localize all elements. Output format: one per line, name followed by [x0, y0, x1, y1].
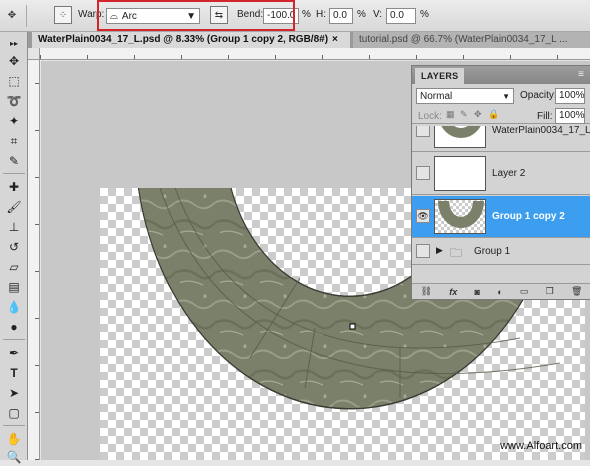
fill-input[interactable]: 100%: [555, 108, 585, 124]
layer-thumbnail: [434, 156, 486, 191]
opacity-label: Opacity:: [520, 90, 557, 101]
lock-all-icon[interactable]: 🔒: [488, 109, 499, 120]
fx-icon[interactable]: fx: [449, 287, 457, 297]
blend-mode-select[interactable]: Normal ▼: [416, 88, 514, 104]
chevron-down-icon: ▼: [502, 91, 510, 101]
h-label: H:: [316, 9, 326, 20]
visibility-toggle[interactable]: [416, 244, 430, 258]
warp-highlight-box: [97, 0, 295, 31]
lock-paint-icon[interactable]: ✎: [460, 109, 468, 120]
document-tab-active[interactable]: WaterPlain0034_17_L.psd @ 8.33% (Group 1…: [32, 32, 350, 48]
v-unit: %: [420, 9, 429, 20]
fill-label: Fill:: [537, 111, 553, 122]
folder-icon: 🗀: [450, 246, 463, 260]
opacity-input[interactable]: 100%: [555, 88, 585, 104]
options-bar: ✥ ⁘ Warp: ⌓ Arc ▼ ⇆ Bend: -100.0 % H: 0.…: [0, 0, 590, 32]
tab-title: tutorial.psd @ 66.7% (WaterPlain0034_17_…: [359, 34, 568, 45]
lock-transparent-icon[interactable]: ▦: [446, 109, 455, 120]
layer-name: Group 1 copy 2: [492, 211, 565, 222]
pen-icon[interactable]: ✒: [4, 344, 24, 362]
layers-panel-tab[interactable]: LAYERS: [415, 68, 465, 84]
lock-label: Lock:: [418, 111, 442, 122]
layer-item[interactable]: Layer 2: [412, 153, 590, 195]
tool-divider: [3, 339, 25, 340]
move-icon[interactable]: ✥: [4, 52, 24, 70]
healing-brush-icon[interactable]: ✚: [4, 178, 24, 196]
layers-list: WaterPlain0034_17_L... Layer 2 👁 Group 1…: [412, 126, 590, 284]
visibility-toggle[interactable]: [416, 166, 430, 180]
document-tab-bar: WaterPlain0034_17_L.psd @ 8.33% (Group 1…: [28, 32, 590, 48]
layer-name: Group 1: [474, 246, 511, 257]
lock-row: Lock: ▦ ✎ ✥ 🔒 Fill: 100%: [412, 108, 590, 124]
eraser-icon[interactable]: ▱: [4, 258, 24, 276]
layers-panel-header: LAYERS ≡: [412, 66, 590, 84]
delete-layer-icon[interactable]: 🗑: [571, 286, 582, 297]
eye-icon[interactable]: 👁: [416, 209, 430, 223]
lasso-icon[interactable]: ➰: [4, 92, 24, 110]
crop-icon[interactable]: ⌗: [4, 132, 24, 150]
history-brush-icon[interactable]: ↺: [4, 238, 24, 256]
layer-mask-icon[interactable]: ◙: [475, 287, 480, 297]
adjustment-layer-icon[interactable]: ◐: [497, 287, 502, 297]
group-item[interactable]: ▶ 🗀 Group 1: [412, 239, 590, 265]
new-group-icon[interactable]: ▭: [520, 286, 529, 297]
shape-icon[interactable]: ▢: [4, 404, 24, 422]
clone-stamp-icon[interactable]: ⊥: [4, 218, 24, 236]
link-layers-icon[interactable]: ⛓: [421, 286, 432, 297]
layer-thumbnail: [434, 126, 486, 148]
brush-icon[interactable]: 🖌: [4, 198, 24, 216]
document-tab[interactable]: tutorial.psd @ 66.7% (WaterPlain0034_17_…: [353, 32, 590, 48]
eyedropper-icon[interactable]: ✎: [4, 152, 24, 170]
blend-row: Normal ▼ Opacity: 100%: [412, 88, 590, 104]
lock-position-icon[interactable]: ✥: [474, 109, 482, 120]
tab-title: WaterPlain0034_17_L.psd @ 8.33% (Group 1…: [38, 34, 329, 45]
arc-thumbnail-icon: [438, 201, 484, 228]
layer-name: Layer 2: [492, 168, 526, 179]
dodge-icon[interactable]: ●: [4, 318, 24, 336]
new-layer-icon[interactable]: ❐: [546, 286, 554, 297]
layer-item[interactable]: WaterPlain0034_17_L...: [412, 126, 590, 152]
ruler-origin[interactable]: [28, 48, 40, 60]
h-unit: %: [357, 9, 366, 20]
layers-panel-footer: ⛓ fx ◙ ◐ ▭ ❐ 🗑: [412, 283, 590, 299]
magic-wand-icon[interactable]: ✦: [4, 112, 24, 130]
horizontal-ruler[interactable]: [40, 48, 590, 60]
hand-icon[interactable]: ✋: [4, 430, 24, 448]
panel-menu-icon[interactable]: ≡: [578, 69, 584, 80]
tools-panel: ▸▸ ✥ ⬚ ➰ ✦ ⌗ ✎ ✚ 🖌 ⊥ ↺ ▱ ▤ 💧 ● ✒ T ➤ ▢ ✋…: [0, 32, 28, 464]
move-tool-icon: ✥: [7, 9, 17, 21]
tool-divider: [3, 425, 25, 426]
layer-item-selected[interactable]: 👁 Group 1 copy 2: [412, 196, 590, 238]
gradient-icon[interactable]: ▤: [4, 278, 24, 296]
zoom-icon[interactable]: 🔍: [4, 448, 24, 466]
h-distortion-input[interactable]: 0.0: [329, 8, 353, 24]
layer-thumbnail: [434, 199, 486, 234]
blur-icon[interactable]: 💧: [4, 298, 24, 316]
watermark: www.Alfoart.com: [500, 440, 582, 452]
reference-point-icon[interactable]: ⁘: [54, 6, 72, 24]
expand-triangle-icon[interactable]: ▶: [436, 245, 443, 256]
layers-panel: LAYERS ≡ Normal ▼ Opacity: 100% Lock: ▦ …: [411, 65, 590, 300]
path-selection-icon[interactable]: ➤: [4, 384, 24, 402]
visibility-toggle[interactable]: [416, 126, 430, 137]
vertical-ruler[interactable]: [28, 60, 40, 460]
arc-thumbnail-icon: [441, 126, 481, 138]
divider: [26, 5, 27, 27]
layer-name: WaterPlain0034_17_L...: [492, 126, 590, 136]
type-icon[interactable]: T: [4, 364, 24, 382]
close-icon[interactable]: ×: [332, 34, 338, 45]
marquee-icon[interactable]: ⬚: [4, 72, 24, 90]
v-distortion-input[interactable]: 0.0: [386, 8, 416, 24]
tool-divider: [3, 173, 25, 174]
blend-mode-value: Normal: [420, 90, 453, 102]
panel-grip-icon: ▸▸: [9, 38, 19, 48]
v-label: V:: [373, 9, 383, 20]
bend-unit: %: [302, 9, 311, 20]
